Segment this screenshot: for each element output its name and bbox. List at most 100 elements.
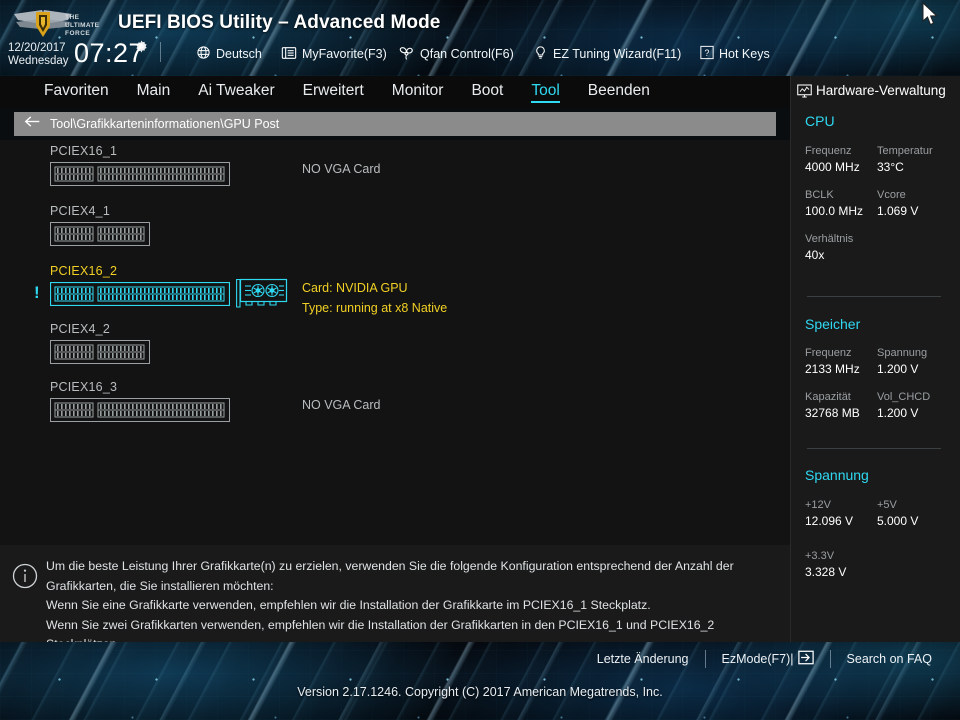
bulb-icon [533,45,548,63]
memory-voltage-value: 1.200 V [877,362,919,376]
slot-label: PCIEX16_2 [50,264,118,278]
cpu-frequency-value: 4000 MHz [805,160,860,174]
slot-label: PCIEX4_1 [50,204,110,218]
cpu-frequency-label: Frequenz [805,145,852,157]
voltage-33v: +3.3V 3.328 V [805,549,846,581]
qfan-control-button[interactable]: Qfan Control(F6) [398,44,514,64]
voltage-33v-value: 3.328 V [805,565,847,579]
version-text: Version 2.17.1246. Copyright (C) 2017 Am… [297,685,663,699]
gpu-card-info: Card: NVIDIA GPU Type: running at x8 Nat… [302,278,447,318]
memory-capacity-label: Kapazität [805,391,851,403]
hot-keys-button[interactable]: ? Hot Keys [700,44,770,64]
last-modified-button[interactable]: Letzte Änderung [581,652,705,666]
tab-monitor[interactable]: Monitor [392,82,444,102]
svg-text:FORCE: FORCE [65,30,90,37]
tuf-logo: THE ULTIMATE FORCE [12,6,110,42]
last-modified-label: Letzte Änderung [596,652,689,666]
svg-text:ULTIMATE: ULTIMATE [65,22,100,29]
footer-bar: Letzte Änderung EzMode(F7)| Search on FA… [0,642,960,720]
main-content: PCIEX16_1 NO VGA Card PCIEX4_1 PCIEX16_2… [0,140,790,545]
info-panel: Um die beste Leistung Ihrer Grafikkarte(… [0,545,790,651]
svg-text:THE: THE [65,14,80,21]
tab-boot[interactable]: Boot [471,82,503,102]
page-title: UEFI BIOS Utility – Advanced Mode [118,12,441,33]
svg-text:?: ? [705,48,710,58]
weekday-value: Wednesday [8,55,69,67]
breadcrumb[interactable]: Tool\Grafikkarteninformationen\GPU Post [14,112,776,136]
memory-frequency-label: Frequenz [805,347,852,359]
date-display: 12/20/2017 Wednesday [8,42,78,68]
hardware-monitor-sidebar: Hardware-Verwaltung CPU Frequenz 4000 MH… [790,76,960,642]
globe-icon [196,45,211,63]
voltage-12v-value: 12.096 V [805,514,854,528]
hot-keys-label: Hot Keys [719,47,770,61]
ezmode-button[interactable]: EzMode(F7)| [706,650,830,668]
slot-status: NO VGA Card [302,398,381,412]
memory-frequency-value: 2133 MHz [805,362,860,376]
cpu-ratio-label: Verhältnis [805,233,854,245]
memory-vol-chcd-label: Vol_CHCD [877,391,931,403]
gpu-card-icon [236,278,288,315]
cpu-temperature-label: Temperatur [877,145,933,157]
cpu-bclk: BCLK 100.0 MHz [805,188,863,220]
cpu-frequency: Frequenz 4000 MHz [805,144,860,176]
sidebar-section-memory: Speicher [805,316,861,332]
cpu-ratio: Verhältnis 40x [805,232,853,264]
tab-beenden[interactable]: Beenden [588,82,650,102]
tab-favoriten[interactable]: Favoriten [44,82,109,102]
memory-frequency: Frequenz 2133 MHz [805,346,860,378]
search-faq-label: Search on FAQ [846,652,932,666]
sidebar-header: Hardware-Verwaltung [797,82,956,103]
language-label: Deutsch [216,47,262,61]
info-line-2: Wenn Sie eine Grafikkarte verwenden, emp… [46,598,651,612]
exit-arrow-icon [797,650,814,668]
info-icon [12,563,38,594]
slot-label: PCIEX16_1 [50,144,118,158]
gpu-card-type: Type: running at x8 Native [302,301,448,315]
monitor-icon [797,84,812,103]
gear-icon[interactable] [135,40,148,53]
voltage-12v: +12V 12.096 V [805,498,853,530]
clock-display: 07:27 [74,38,145,68]
cpu-bclk-label: BCLK [805,189,834,201]
cpu-ratio-value: 40x [805,248,825,262]
gpu-card-name: Card: NVIDIA GPU [302,281,408,295]
arrow-left-icon[interactable] [24,115,41,133]
tab-list: Favoriten Main Ai Tweaker Erweitert Moni… [30,76,664,108]
pcie-slot-graphic-active [49,281,231,311]
myfavorite-button[interactable]: MyFavorite(F3) [281,44,387,64]
list-icon [281,46,297,63]
sidebar-title: Hardware-Verwaltung [816,83,946,98]
language-selector[interactable]: Deutsch [196,44,262,64]
sidebar-section-cpu: CPU [805,113,835,129]
cpu-vcore-label: Vcore [877,189,906,201]
tab-tool[interactable]: Tool [531,82,560,103]
tab-erweitert[interactable]: Erweitert [303,82,364,102]
breadcrumb-path: Tool\Grafikkarteninformationen\GPU Post [50,117,280,131]
memory-vol-chcd: Vol_CHCD 1.200 V [877,390,930,422]
cpu-temperature: Temperatur 33°C [877,144,933,176]
myfavorite-label: MyFavorite(F3) [302,47,387,61]
date-value: 12/20/2017 [8,42,66,54]
slot-label: PCIEX16_3 [50,380,118,394]
memory-vol-chcd-value: 1.200 V [877,406,919,420]
cpu-bclk-value: 100.0 MHz [805,204,864,218]
question-icon: ? [700,45,714,63]
voltage-33v-label: +3.3V [805,550,835,562]
memory-capacity: Kapazität 32768 MB [805,390,860,422]
tab-main[interactable]: Main [137,82,171,102]
info-line-1: Um die beste Leistung Ihrer Grafikkarte(… [46,559,734,593]
header-bar: THE ULTIMATE FORCE UEFI BIOS Utility – A… [0,0,960,76]
info-text: Um die beste Leistung Ihrer Grafikkarte(… [46,557,776,655]
voltage-5v-value: 5.000 V [877,514,919,528]
slot-label: PCIEX4_2 [50,322,110,336]
pcie-slot-graphic [50,162,230,191]
tab-ai-tweaker[interactable]: Ai Tweaker [198,82,274,102]
warning-indicator-icon: ! [34,283,40,302]
search-faq-button[interactable]: Search on FAQ [831,652,948,666]
cpu-vcore-value: 1.069 V [877,204,919,218]
sidebar-divider-1 [807,296,941,297]
footer-actions: Letzte Änderung EzMode(F7)| Search on FA… [581,650,948,668]
sidebar-divider-2 [807,448,941,449]
ez-tuning-wizard-button[interactable]: EZ Tuning Wizard(F11) [533,44,681,64]
